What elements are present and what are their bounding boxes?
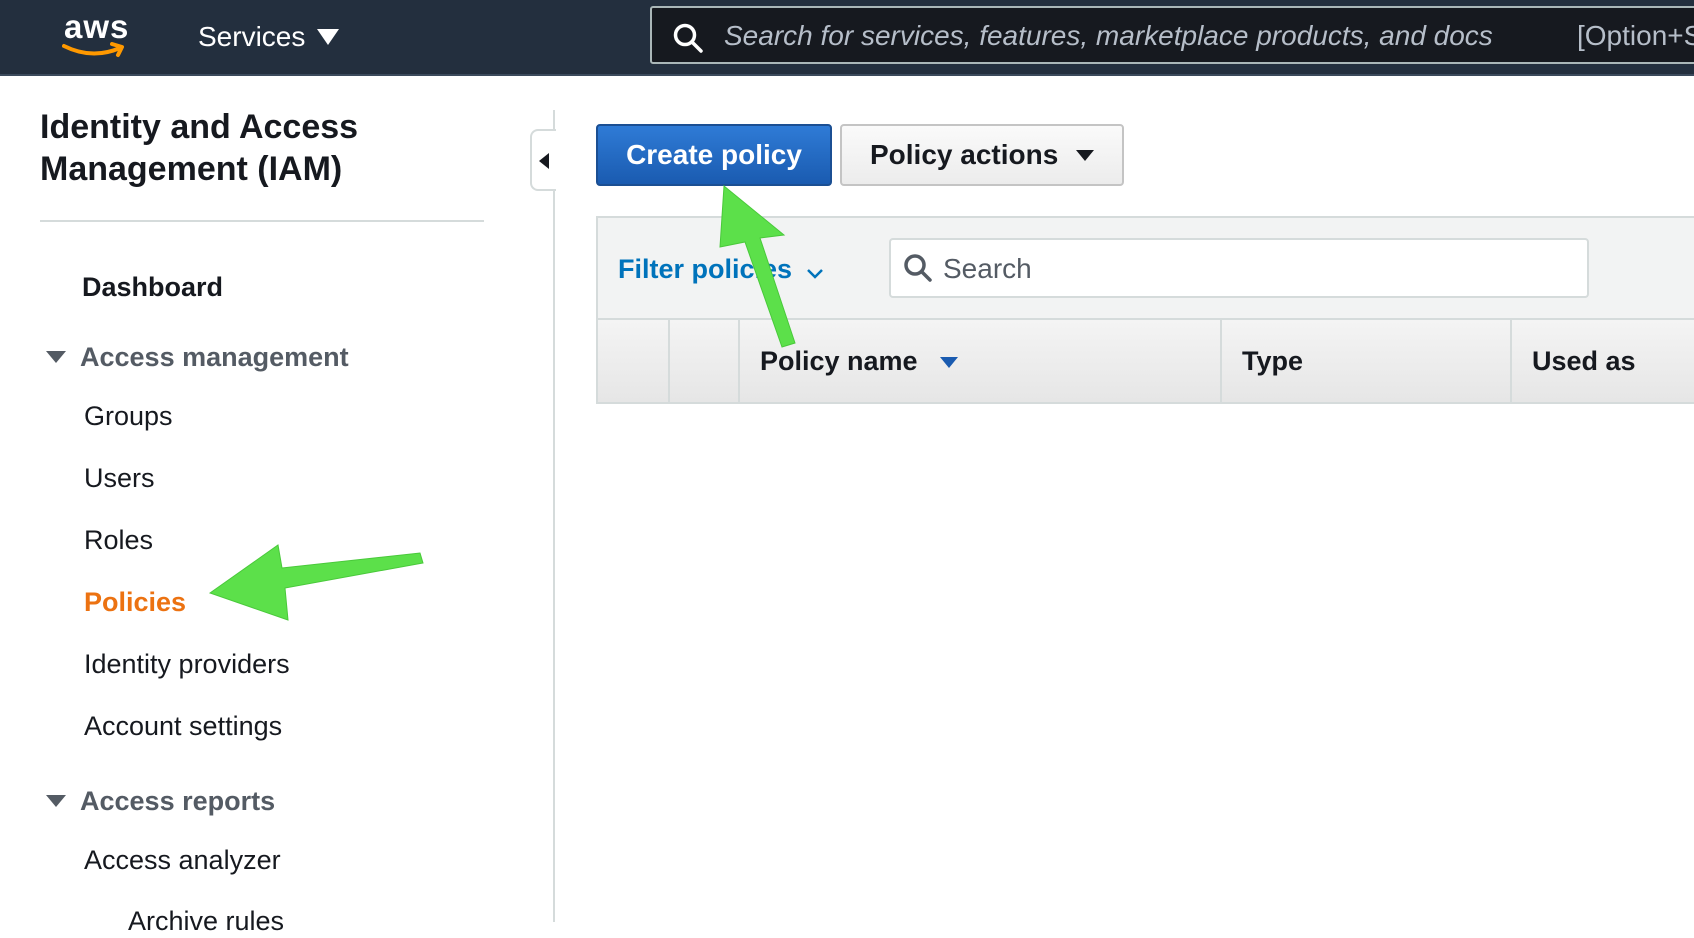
- sidebar-border: [553, 110, 555, 922]
- sidebar-item-identity-providers[interactable]: Identity providers: [84, 647, 290, 681]
- top-nav-bar: aws Services Search for services, featur…: [0, 0, 1694, 76]
- chevron-down-icon: [807, 269, 823, 279]
- search-icon: [673, 23, 703, 53]
- services-menu[interactable]: Services: [198, 19, 340, 55]
- aws-logo-text: aws: [64, 8, 130, 45]
- filter-policies-label: Filter policies: [618, 254, 793, 284]
- sidebar: Identity and Access Management (IAM) Das…: [0, 76, 555, 936]
- sidebar-section-label: Access reports: [80, 786, 276, 816]
- global-search[interactable]: Search for services, features, marketpla…: [650, 6, 1694, 64]
- sidebar-item-groups[interactable]: Groups: [84, 399, 173, 433]
- aws-logo[interactable]: aws: [62, 10, 142, 60]
- caret-down-icon: [1076, 150, 1094, 161]
- services-label: Services: [198, 21, 306, 52]
- sidebar-divider: [40, 220, 484, 222]
- sidebar-item-roles[interactable]: Roles: [84, 523, 153, 557]
- checkbox-column-header: [668, 320, 738, 402]
- sidebar-item-access-analyzer[interactable]: Access analyzer: [84, 843, 281, 877]
- caret-down-icon: [46, 794, 66, 807]
- column-header-used-as[interactable]: Used as: [1510, 320, 1694, 402]
- sidebar-title[interactable]: Identity and Access Management (IAM): [40, 106, 480, 190]
- policy-actions-label: Policy actions: [870, 139, 1059, 170]
- sidebar-section-label: Access management: [80, 342, 349, 372]
- aws-smile-icon: [62, 42, 124, 57]
- sidebar-item-policies[interactable]: Policies: [84, 585, 186, 619]
- search-icon: [904, 254, 932, 282]
- select-column-header: [598, 320, 668, 402]
- sort-descending-icon[interactable]: [940, 357, 958, 368]
- sidebar-section-access-reports[interactable]: Access reports: [46, 784, 275, 818]
- column-header-label: Policy name: [760, 346, 918, 376]
- collapse-sidebar-button[interactable]: [530, 129, 556, 191]
- filter-policies-dropdown[interactable]: Filter policies: [618, 252, 824, 286]
- column-header-label: Used as: [1532, 346, 1636, 376]
- global-search-placeholder: Search for services, features, marketpla…: [724, 20, 1493, 51]
- sidebar-item-account-settings[interactable]: Account settings: [84, 709, 282, 743]
- policy-actions-button[interactable]: Policy actions: [840, 124, 1124, 186]
- policies-table: Filter policies Policy name Type Used as: [596, 216, 1694, 404]
- policy-search-input[interactable]: [941, 246, 1565, 292]
- sidebar-item-archive-rules[interactable]: Archive rules: [128, 904, 284, 938]
- search-shortcut-hint: [Option+S]: [1577, 20, 1694, 51]
- table-filter-bar: Filter policies: [598, 218, 1694, 318]
- policy-search-box[interactable]: [889, 238, 1589, 298]
- sidebar-item-dashboard[interactable]: Dashboard: [82, 270, 223, 304]
- table-header-row: Policy name Type Used as: [598, 318, 1694, 402]
- create-policy-button[interactable]: Create policy: [596, 124, 832, 186]
- sidebar-item-users[interactable]: Users: [84, 461, 155, 495]
- column-header-policy-name[interactable]: Policy name: [738, 320, 1220, 402]
- sidebar-section-access-management[interactable]: Access management: [46, 340, 349, 374]
- chevron-left-icon: [539, 153, 549, 169]
- column-header-label: Type: [1242, 346, 1304, 376]
- caret-down-icon: [46, 350, 66, 363]
- caret-down-icon: [317, 28, 340, 45]
- column-header-type[interactable]: Type: [1220, 320, 1510, 402]
